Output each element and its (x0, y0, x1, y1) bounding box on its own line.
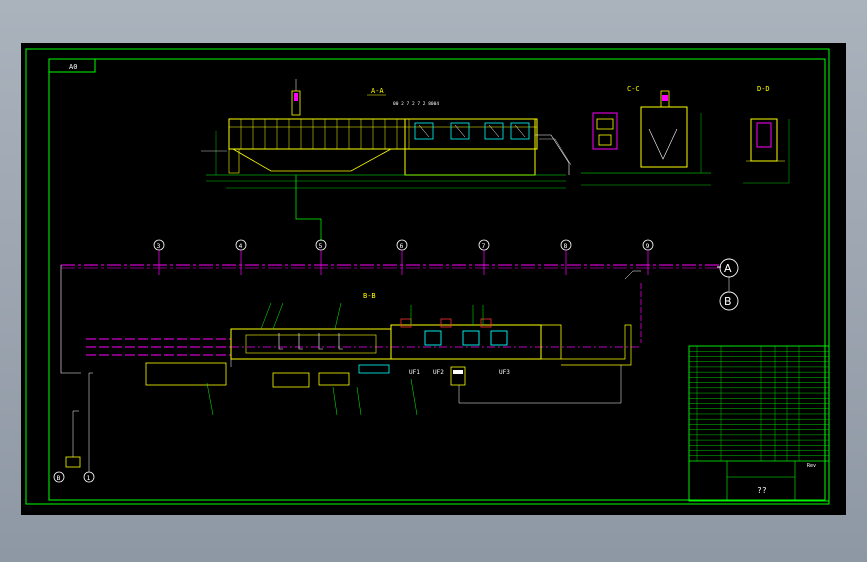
section-d-d-label: D-D (757, 85, 770, 93)
svg-text:7: 7 (482, 242, 486, 250)
svg-text:B: B (724, 295, 732, 308)
title-block: ?? Rev (688, 345, 830, 502)
drawing-title: ?? (757, 486, 767, 495)
cad-drawing: A0 A-A 00 2 7 2 7 2 8004 C-C D-D 3 4 5 6… (25, 48, 830, 505)
svg-text:3: 3 (157, 242, 161, 250)
svg-text:B: B (57, 474, 61, 482)
callout-uf2: UF2 (433, 369, 444, 376)
size-tag: A0 (69, 63, 77, 71)
svg-text:5: 5 (319, 242, 323, 250)
section-c-c: C-C (581, 85, 711, 186)
drawing-canvas[interactable]: A0 A-A 00 2 7 2 7 2 8004 C-C D-D 3 4 5 6… (21, 43, 846, 515)
svg-text:4: 4 (239, 242, 243, 250)
dimension-note: 00 2 7 2 7 2 8004 (393, 101, 439, 107)
section-a-a-label: A-A (371, 87, 384, 95)
section-d-d: D-D (743, 85, 790, 184)
inner-frame (48, 58, 826, 501)
revision-mark: Rev (807, 463, 816, 469)
outer-frame (25, 48, 830, 505)
section-a-a: A-A 00 2 7 2 7 2 8004 (201, 79, 572, 241)
svg-text:8: 8 (564, 242, 568, 250)
svg-text:1: 1 (87, 474, 91, 482)
section-b-b-label: B-B (363, 292, 376, 300)
section-c-c-label: C-C (627, 85, 640, 93)
plan-b-b: B-B UF1 UF2 UF3 (60, 265, 642, 416)
callout-uf1: UF1 (409, 369, 420, 376)
grid-axes: 3 4 5 6 7 8 9 A B B 1 (53, 239, 739, 483)
callout-uf3: UF3 (499, 369, 510, 376)
svg-text:9: 9 (646, 242, 650, 250)
svg-text:6: 6 (400, 242, 404, 250)
svg-text:A: A (724, 262, 732, 275)
